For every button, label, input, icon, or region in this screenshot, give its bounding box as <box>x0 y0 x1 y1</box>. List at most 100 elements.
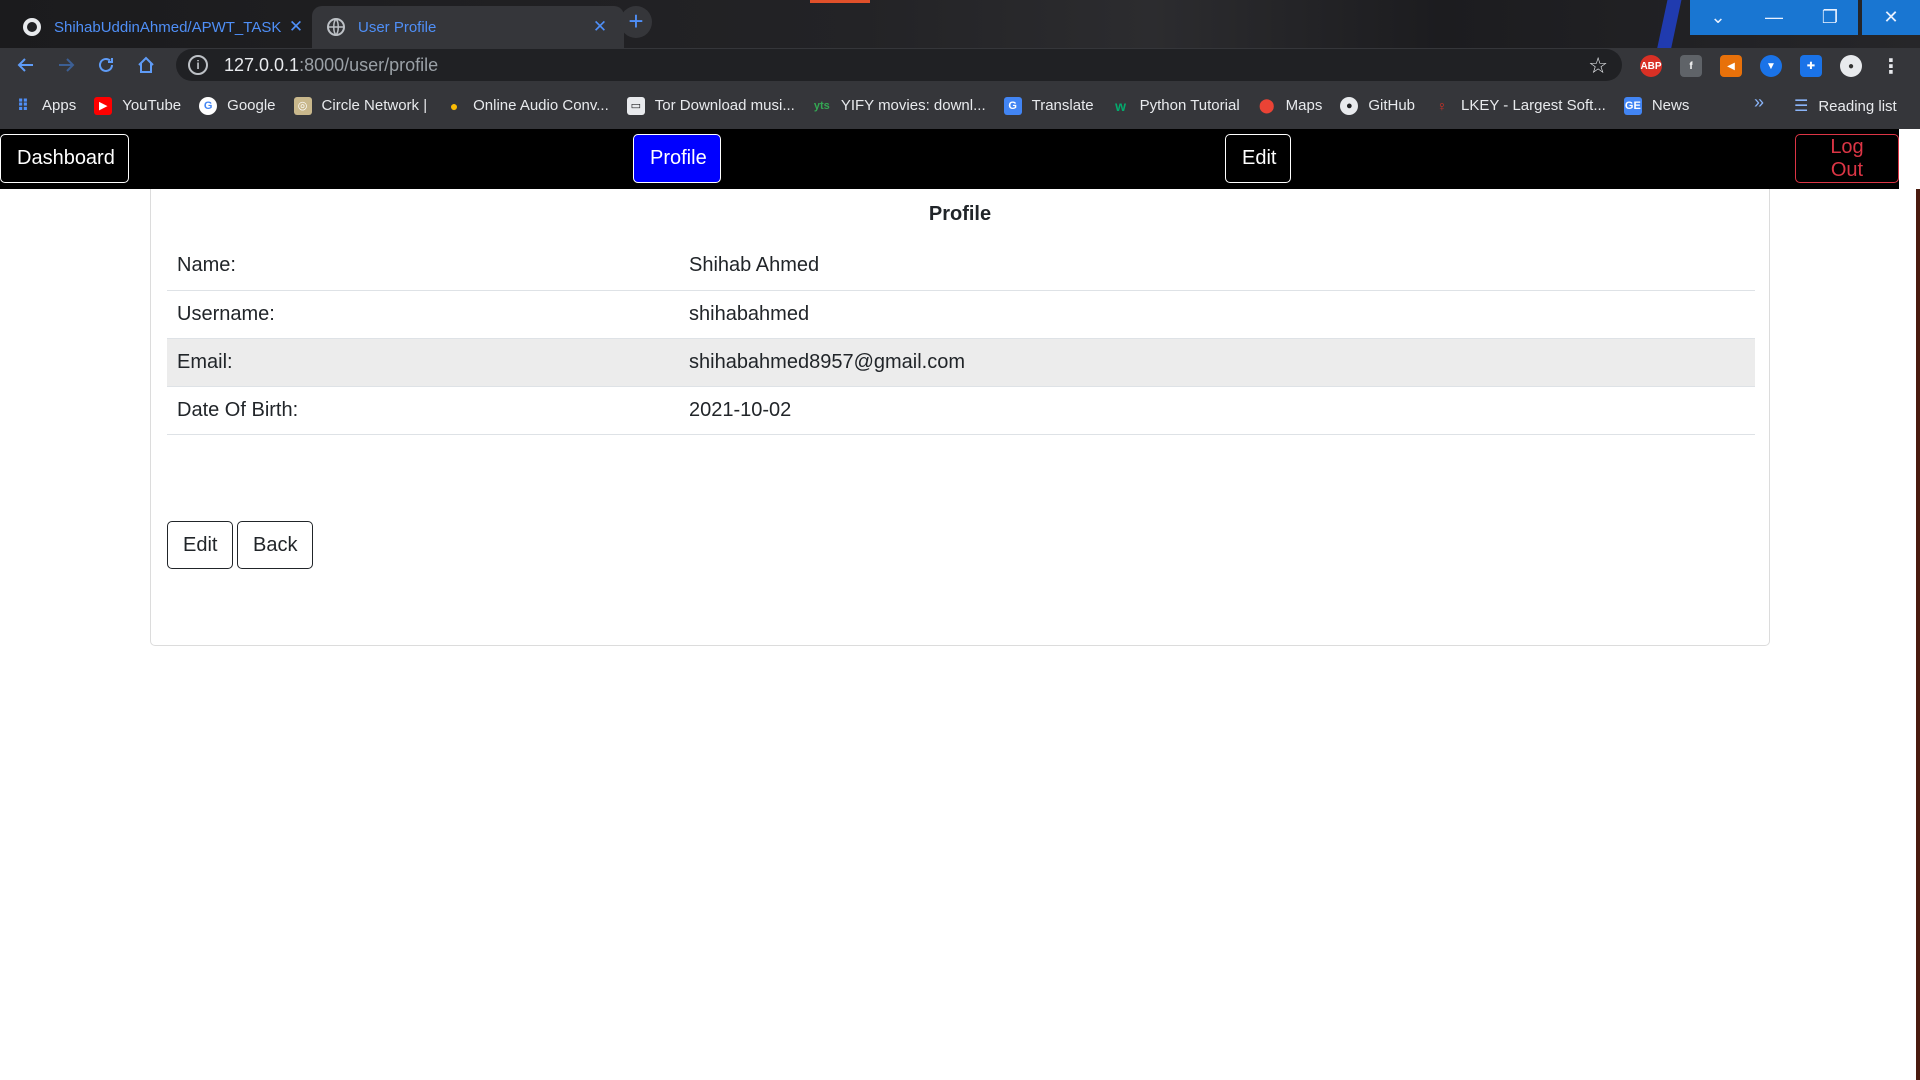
info-icon[interactable]: i <box>188 55 208 75</box>
adblock-plus-icon[interactable]: ABP <box>1640 55 1662 77</box>
bookmark-maps[interactable]: ⬤ Maps <box>1258 97 1323 115</box>
bookmark-label: Tor Download musi... <box>654 97 795 114</box>
bookmark-label: Apps <box>42 97 77 114</box>
dashboard-button[interactable]: Dashboard <box>0 134 129 183</box>
field-value: shihabahmed8957@gmail.com <box>679 338 1755 387</box>
edit-nav-button[interactable]: Edit <box>1225 134 1291 183</box>
bookmark-label: News <box>1651 97 1690 114</box>
browser-chrome: ShihabUddinAhmed/APWT_TASK ✕ User Profil… <box>0 0 1920 129</box>
kebab-menu-icon[interactable]: ⋮ <box>1880 55 1902 78</box>
news-icon: GE <box>1623 96 1642 115</box>
field-label: Date Of Birth: <box>167 386 679 435</box>
translate-icon: G <box>1003 96 1022 115</box>
bookmark-label: Python Tutorial <box>1139 97 1240 114</box>
browser-tab-github[interactable]: ShihabUddinAhmed/APWT_TASK ✕ <box>8 6 320 48</box>
field-label: Name: <box>167 242 679 291</box>
edit-profile-button[interactable]: Edit <box>167 521 234 569</box>
bookmark-tor-download[interactable]: ▭ Tor Download musi... <box>626 96 795 115</box>
profile-table: Name: Shihab Ahmed Username: shihabahmed… <box>167 242 1755 435</box>
page-viewport: Dashboard Profile Edit Log Out Profile N… <box>0 129 1920 1080</box>
table-row: Name: Shihab Ahmed <box>167 242 1755 291</box>
facebook-extension-icon[interactable]: f <box>1680 55 1702 77</box>
lkey-icon: ♀ <box>1436 97 1448 114</box>
bookmark-google[interactable]: G Google <box>199 96 276 115</box>
bookmark-label: Translate <box>1031 97 1094 114</box>
profile-card: Profile Name: Shihab Ahmed Username: shi… <box>150 189 1770 646</box>
megaphone-extension-icon[interactable]: ◀ <box>1720 55 1742 77</box>
table-row: Email: shihabahmed8957@gmail.com <box>167 338 1755 387</box>
arrow-right-icon <box>59 58 75 72</box>
forward-nav-button[interactable] <box>52 51 80 79</box>
table-row: Username: shihabahmed <box>167 290 1755 339</box>
profile-button[interactable]: Profile <box>633 134 721 183</box>
url-path: :8000/user/profile <box>299 54 439 75</box>
bookmark-python-tutorial[interactable]: w Python Tutorial <box>1112 97 1240 115</box>
w3schools-icon: w <box>1115 97 1127 114</box>
field-value: Shihab Ahmed <box>679 242 1755 291</box>
browser-toolbar: i 127.0.0.1:8000/user/profile ☆ ABP f ◀ … <box>0 48 1920 82</box>
field-label: Username: <box>167 290 679 339</box>
address-bar[interactable]: i 127.0.0.1:8000/user/profile ☆ <box>176 49 1622 81</box>
page-title: Profile <box>928 203 992 225</box>
reload-button[interactable] <box>92 51 120 79</box>
top-navbar: Dashboard Profile Edit Log Out <box>0 129 1899 189</box>
chevron-down-icon: ⌄ <box>1710 7 1726 27</box>
audio-converter-icon: ● <box>449 97 459 114</box>
bookmark-label: LKEY - Largest Soft... <box>1461 97 1606 114</box>
back-nav-button[interactable] <box>12 51 40 79</box>
bookmark-translate[interactable]: G Translate <box>1003 96 1094 115</box>
minimize-button[interactable]: — <box>1746 0 1802 35</box>
home-icon <box>138 56 154 73</box>
bookmark-label: Circle Network | <box>321 97 428 114</box>
close-window-button[interactable]: ✕ <box>1862 0 1920 35</box>
tab-title: ShihabUddinAhmed/APWT_TASK <box>54 18 282 36</box>
reading-list-button[interactable]: ☰ Reading list <box>1794 96 1897 116</box>
bookmark-label: Online Audio Conv... <box>473 97 609 114</box>
browser-tab-user-profile[interactable]: User Profile ✕ <box>312 6 624 48</box>
bookmark-news[interactable]: GE News <box>1623 96 1690 115</box>
reload-icon <box>99 57 113 72</box>
bookmark-github[interactable]: ● GitHub <box>1340 96 1416 115</box>
url-host: 127.0.0.1 <box>224 54 300 75</box>
bookmark-youtube[interactable]: ▶ YouTube <box>94 96 181 115</box>
reading-list-icon: ☰ <box>1794 98 1809 115</box>
bookmark-label: YIFY movies: downl... <box>840 97 986 114</box>
bookmark-lkey[interactable]: ♀ LKEY - Largest Soft... <box>1433 97 1606 115</box>
bookmark-label: GitHub <box>1368 97 1416 114</box>
tab-search-button[interactable]: ⌄ <box>1690 0 1746 35</box>
close-icon[interactable]: ✕ <box>286 17 306 37</box>
bookmark-audio-converter[interactable]: ● Online Audio Conv... <box>445 97 609 115</box>
more-bookmarks-button[interactable]: » <box>1754 92 1764 113</box>
avatar[interactable]: ● <box>1840 55 1862 77</box>
github-icon <box>22 17 42 37</box>
wallpaper-streak <box>810 0 870 3</box>
window-edge <box>1916 189 1920 1080</box>
google-icon: G <box>199 96 218 115</box>
wallpaper-streak <box>1650 0 1684 48</box>
shield-extension-icon[interactable]: ▼ <box>1760 55 1782 77</box>
bookmark-apps[interactable]: ⠿ Apps <box>14 97 76 115</box>
apps-grid-icon: ⠿ <box>16 97 30 115</box>
tor-download-icon: ▭ <box>626 96 645 115</box>
restore-button[interactable]: ❐ <box>1802 0 1858 35</box>
arrow-left-icon <box>17 58 33 72</box>
bookmark-circle-network[interactable]: ◎ Circle Network | <box>293 96 428 115</box>
minimize-icon: — <box>1765 7 1783 27</box>
bookmark-yify[interactable]: yts YIFY movies: downl... <box>813 97 986 115</box>
logout-button[interactable]: Log Out <box>1795 134 1899 183</box>
back-button[interactable]: Back <box>237 521 314 569</box>
home-button[interactable] <box>132 51 160 79</box>
extensions-puzzle-icon[interactable]: ✚ <box>1800 55 1822 77</box>
tab-strip: ShihabUddinAhmed/APWT_TASK ✕ User Profil… <box>0 0 1920 48</box>
bookmark-star-icon[interactable]: ☆ <box>1588 53 1608 79</box>
github-icon: ● <box>1340 96 1359 115</box>
bookmarks-bar: ⠿ Apps ▶ YouTube G Google ◎ Circle Netwo… <box>0 82 1920 129</box>
new-tab-button[interactable]: + <box>620 6 652 38</box>
reading-list-label: Reading list <box>1818 97 1897 115</box>
close-icon[interactable]: ✕ <box>590 17 610 37</box>
tab-title: User Profile <box>358 18 437 36</box>
globe-icon <box>326 17 346 37</box>
restore-icon: ❐ <box>1821 7 1839 27</box>
field-value: 2021-10-02 <box>679 386 1755 435</box>
bookmark-label: Google <box>227 97 276 114</box>
